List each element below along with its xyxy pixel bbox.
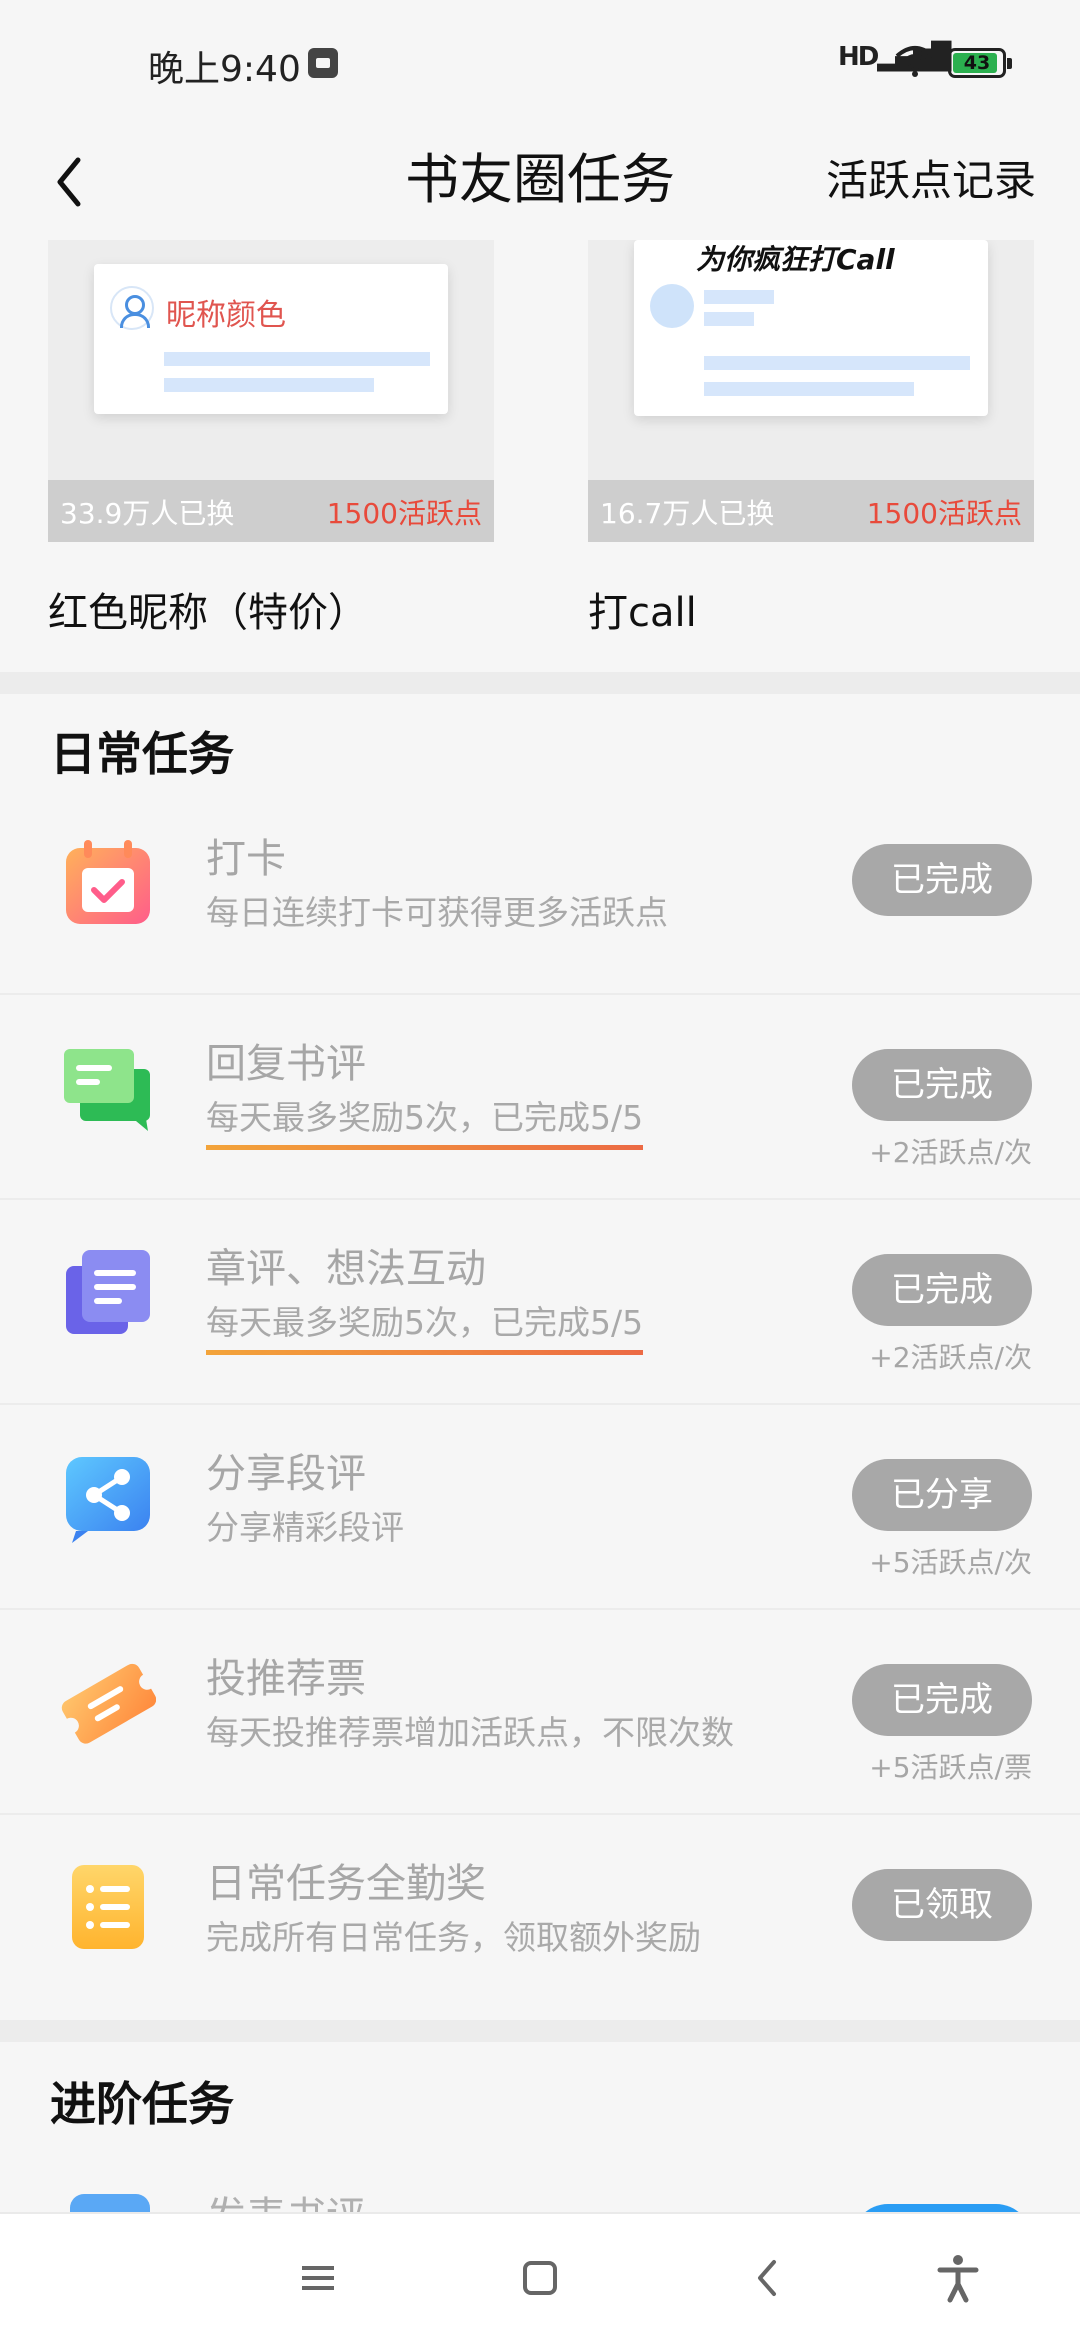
reward-thumbnail: 为你疯狂打Call 16.7万人已换 1500活跃点	[588, 240, 1034, 542]
task-row-reply-review: 回复书评 每天最多奖励5次，已完成5/5 已完成 +2活跃点/次	[0, 995, 1080, 1200]
reward-price: 1500活跃点	[866, 497, 1022, 530]
task-row-checkin: 打卡 每日连续打卡可获得更多活跃点 已完成	[0, 790, 1080, 995]
chat-bubbles-icon	[64, 1049, 150, 1131]
ticket-icon	[61, 1663, 156, 1744]
task-reward: +2活跃点/次	[869, 1341, 1032, 1374]
task-row-chapter-interaction: 章评、想法互动 每天最多奖励5次，已完成5/5 已完成 +2活跃点/次	[0, 1200, 1080, 1405]
system-nav-bar	[0, 2212, 1080, 2340]
task-status-button[interactable]: 已完成	[852, 1254, 1032, 1326]
status-time: 晚上9:40	[148, 49, 301, 90]
avatar-placeholder	[650, 284, 694, 328]
task-status-button[interactable]: 已分享	[852, 1459, 1032, 1531]
activity-record-link[interactable]: 活跃点记录	[826, 148, 1036, 214]
back-arrow-icon[interactable]	[46, 152, 96, 212]
home-icon[interactable]	[512, 2250, 568, 2306]
task-title: 章评、想法互动	[206, 1246, 486, 1292]
task-action-button[interactable]	[852, 2204, 1032, 2212]
task-title: 投推荐票	[206, 1656, 366, 1702]
notification-icon	[308, 48, 338, 78]
battery-icon: 43	[948, 48, 1012, 78]
menu-icon[interactable]	[290, 2250, 346, 2306]
task-status-button[interactable]: 已完成	[852, 844, 1032, 916]
reward-exchange-count: 33.9万人已换	[60, 497, 235, 530]
reward-thumbnail: 昵称颜色 33.9万人已换 1500活跃点	[48, 240, 494, 542]
task-title: 回复书评	[206, 1041, 366, 1087]
task-reward: +2活跃点/次	[869, 1136, 1032, 1169]
reward-list: 昵称颜色 33.9万人已换 1500活跃点 红色昵称（特价） 为你疯狂打Call…	[0, 240, 1080, 672]
reward-name: 红色昵称（特价）	[48, 590, 368, 636]
task-status-button[interactable]: 已完成	[852, 1049, 1032, 1121]
task-row-share-review: 分享段评 分享精彩段评 已分享 +5活跃点/次	[0, 1405, 1080, 1610]
task-description: 每天最多奖励5次，已完成5/5	[206, 1091, 644, 1150]
section-divider	[0, 2020, 1080, 2042]
task-title: 分享段评	[206, 1451, 366, 1497]
calendar-check-icon	[66, 840, 150, 924]
user-icon	[110, 286, 154, 330]
notes-icon	[66, 1250, 150, 1334]
battery-level: 43	[963, 52, 991, 74]
accessibility-icon[interactable]	[930, 2250, 986, 2306]
section-divider	[0, 672, 1080, 694]
reward-name: 打call	[588, 590, 697, 636]
task-description: 每天最多奖励5次，已完成5/5	[206, 1296, 644, 1355]
share-icon	[66, 1457, 150, 1543]
reward-price: 1500活跃点	[326, 497, 482, 530]
reward-card-red-nickname[interactable]: 昵称颜色 33.9万人已换 1500活跃点 红色昵称（特价）	[48, 240, 494, 638]
task-title: 日常任务全勤奖	[206, 1861, 486, 1907]
task-description: 完成所有日常任务，领取额外奖励	[206, 1918, 701, 1957]
task-title: 打卡	[206, 836, 286, 882]
task-row-partial: 发表书评	[0, 2150, 1080, 2212]
task-description: 每天投推荐票增加活跃点，不限次数	[206, 1713, 734, 1752]
back-icon[interactable]	[740, 2250, 796, 2306]
status-bar: 晚上9:40 HD▂▄▆█ 43	[0, 0, 1080, 130]
daily-tasks-title: 日常任务	[50, 727, 234, 781]
review-icon	[70, 2194, 150, 2212]
wifi-icon	[895, 46, 935, 77]
reward-card-call[interactable]: 为你疯狂打Call 16.7万人已换 1500活跃点 打call	[588, 240, 1034, 638]
task-reward: +5活跃点/次	[869, 1546, 1032, 1579]
call-banner-text: 为你疯狂打Call	[696, 243, 895, 276]
nickname-preview: 昵称颜色	[166, 298, 286, 333]
reward-exchange-count: 16.7万人已换	[600, 497, 775, 530]
task-title: 发表书评	[206, 2184, 366, 2212]
task-status-button[interactable]: 已完成	[852, 1664, 1032, 1736]
advanced-tasks-title: 进阶任务	[50, 2077, 234, 2131]
task-row-full-attendance: 日常任务全勤奖 完成所有日常任务，领取额外奖励 已领取	[0, 1815, 1080, 2020]
task-description: 分享精彩段评	[206, 1508, 404, 1547]
task-reward: +5活跃点/票	[869, 1751, 1032, 1784]
task-row-recommend-ticket: 投推荐票 每天投推荐票增加活跃点，不限次数 已完成 +5活跃点/票	[0, 1610, 1080, 1815]
header: 书友圈任务 活跃点记录	[0, 130, 1080, 240]
list-icon	[72, 1865, 144, 1949]
task-status-button[interactable]: 已领取	[852, 1869, 1032, 1941]
task-description: 每日连续打卡可获得更多活跃点	[206, 893, 668, 932]
